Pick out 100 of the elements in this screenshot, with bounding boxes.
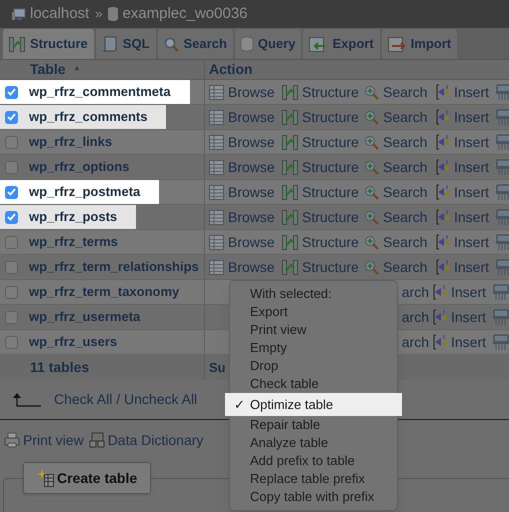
action-link[interactable]: arch <box>402 306 429 328</box>
magnifier-icon <box>164 36 179 52</box>
action-link[interactable]: Structure <box>302 106 359 128</box>
action-link[interactable]: Search <box>383 106 428 128</box>
magnifier-plus-icon <box>364 210 379 224</box>
tab[interactable]: Query <box>234 29 302 59</box>
row-checkbox[interactable] <box>4 286 18 298</box>
menu-item[interactable]: With selected: <box>230 285 397 303</box>
action-link[interactable]: Search <box>383 182 428 202</box>
menu-item[interactable]: Drop <box>230 357 397 375</box>
breadcrumb-link[interactable]: localhost <box>30 2 90 26</box>
action-link[interactable]: Browse <box>228 132 275 152</box>
action-link[interactable]: Insert <box>454 82 490 102</box>
table-name-link[interactable]: wp_rfrz_posts <box>29 207 118 227</box>
action-link[interactable]: Insert <box>451 306 486 328</box>
row-checkbox[interactable] <box>4 336 18 348</box>
row-checkbox[interactable] <box>4 236 18 248</box>
shredder-icon <box>496 184 509 200</box>
action-link[interactable]: Structure <box>302 256 359 278</box>
action-link[interactable]: Insert <box>454 156 490 178</box>
action-link[interactable]: Search <box>383 132 428 152</box>
export-icon <box>309 36 328 52</box>
action-link[interactable]: Search <box>383 82 428 102</box>
action-link[interactable]: Browse <box>228 206 275 228</box>
action-link[interactable]: Browse <box>228 82 275 102</box>
shredder-icon <box>493 284 509 300</box>
magnifier-plus-icon <box>364 134 379 150</box>
table-structure-icon <box>282 84 298 100</box>
tab[interactable]: Import <box>382 29 458 59</box>
action-link[interactable]: Browse <box>228 256 275 278</box>
action-link[interactable]: Search <box>383 156 428 178</box>
tab[interactable]: Structure <box>3 29 94 59</box>
row-checkbox[interactable] <box>4 260 18 274</box>
row-checkbox[interactable] <box>4 186 18 198</box>
table-name-link[interactable]: wp_rfrz_usermeta <box>29 307 140 327</box>
action-link[interactable]: arch <box>402 282 429 302</box>
table-name-link[interactable]: wp_rfrz_comments <box>29 107 148 127</box>
menu-item[interactable]: Replace table prefix <box>230 470 397 488</box>
create-table-button[interactable]: Create table <box>23 462 152 494</box>
row-checkbox[interactable] <box>4 210 18 224</box>
table-name-link[interactable]: wp_rfrz_commentmeta <box>29 82 171 102</box>
action-link[interactable]: Browse <box>228 156 275 178</box>
table-name-link[interactable]: wp_rfrz_users <box>29 332 118 352</box>
table-name-link[interactable]: wp_rfrz_links <box>29 132 112 152</box>
check-all-link[interactable]: Check All / Uncheck All <box>54 389 198 410</box>
row-checkbox[interactable] <box>4 136 18 148</box>
breadcrumb-link[interactable]: examplec_wo0036 <box>122 2 248 26</box>
action-link[interactable]: Search <box>383 206 428 228</box>
shredder-icon <box>496 208 509 226</box>
table-name-link[interactable]: wp_rfrz_term_taxonomy <box>29 282 180 302</box>
row-checkbox[interactable] <box>4 310 18 324</box>
action-link[interactable]: Structure <box>302 156 359 178</box>
action-link[interactable]: Insert <box>451 332 486 352</box>
insert-row-icon <box>436 259 450 275</box>
menu-item[interactable]: Repair table <box>230 416 397 434</box>
action-link[interactable]: arch <box>402 332 429 352</box>
action-link[interactable]: Structure <box>302 232 359 252</box>
action-link[interactable]: Insert <box>454 132 490 152</box>
action-link[interactable]: Browse <box>228 106 275 128</box>
action-link[interactable]: Insert <box>454 182 490 202</box>
menu-item[interactable]: Copy table with prefix <box>230 488 397 506</box>
table-name-link[interactable]: wp_rfrz_postmeta <box>29 182 140 202</box>
tab[interactable]: Search <box>158 29 233 59</box>
menu-item[interactable]: ✓ Optimize table <box>225 393 402 416</box>
table-name-link[interactable]: wp_rfrz_term_relationships <box>29 257 199 277</box>
table-structure-icon <box>282 210 298 224</box>
action-link[interactable]: Browse <box>228 182 275 202</box>
tab[interactable]: SQL <box>96 29 156 59</box>
table-name-link[interactable]: wp_rfrz_options <box>29 157 130 177</box>
action-link[interactable]: Search <box>383 256 428 278</box>
shredder-icon <box>496 108 509 126</box>
column-header[interactable]: Table <box>30 59 66 80</box>
insert-row-icon <box>433 309 447 325</box>
action-link[interactable]: Structure <box>302 182 359 202</box>
action-link[interactable]: Insert <box>451 282 486 302</box>
menu-item[interactable]: Add prefix to table <box>230 452 397 470</box>
menu-item[interactable]: Check table <box>230 375 397 393</box>
action-link[interactable]: Structure <box>302 206 359 228</box>
menu-item[interactable]: Analyze table <box>230 434 397 452</box>
action-link[interactable]: Insert <box>454 256 490 278</box>
table-icon <box>209 134 224 150</box>
action-link[interactable]: Insert <box>454 206 490 228</box>
tab[interactable]: Export <box>303 29 380 59</box>
table-icon <box>209 260 224 274</box>
menu-item[interactable]: Export <box>230 303 397 321</box>
table-name-link[interactable]: wp_rfrz_terms <box>29 232 118 252</box>
action-link[interactable]: Structure <box>302 132 359 152</box>
new-table-icon <box>37 469 55 487</box>
row-checkbox[interactable] <box>4 160 18 174</box>
footer-link[interactable]: Print view <box>23 430 84 450</box>
action-link[interactable]: Insert <box>454 106 490 128</box>
footer-link[interactable]: Data Dictionary <box>108 430 204 450</box>
menu-item[interactable]: Print view <box>230 321 397 339</box>
action-link[interactable]: Browse <box>228 232 275 252</box>
action-link[interactable]: Search <box>383 232 428 252</box>
menu-item[interactable]: Empty <box>230 339 397 357</box>
row-checkbox[interactable] <box>4 110 18 124</box>
row-checkbox[interactable] <box>4 86 18 98</box>
action-link[interactable]: Structure <box>302 82 359 102</box>
action-link[interactable]: Insert <box>454 232 490 252</box>
